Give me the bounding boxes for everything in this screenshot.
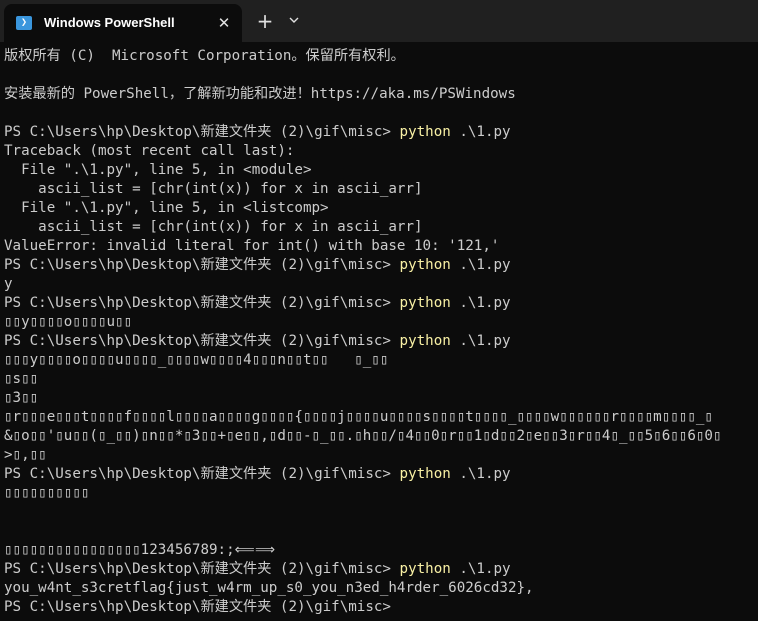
output-line: >▯,▯▯ <box>4 447 47 463</box>
prompt-line: PS C:\Users\hp\Desktop\新建文件夹 (2)\gif\mis… <box>4 465 511 484</box>
prompt-text: PS C:\Users\hp\Desktop\新建文件夹 (2)\gif\mis… <box>4 561 400 577</box>
powershell-icon: ❯ <box>16 16 32 30</box>
new-tab-button[interactable]: + <box>253 10 277 32</box>
prompt-text: PS C:\Users\hp\Desktop\新建文件夹 (2)\gif\mis… <box>4 257 400 273</box>
prompt-text: PS C:\Users\hp\Desktop\新建文件夹 (2)\gif\mis… <box>4 466 400 482</box>
output-line: ▯r▯▯▯e▯▯▯t▯▯▯▯f▯▯▯▯l▯▯▯▯a▯▯▯▯g▯▯▯▯{▯▯▯▯j… <box>4 409 713 425</box>
output-line: ▯▯▯▯▯▯▯▯▯▯▯▯▯▯▯▯123456789:;⟸⟹ <box>4 542 276 558</box>
command-text: python <box>399 561 451 577</box>
output-line: ▯▯▯▯▯▯▯▯▯▯ <box>4 485 90 501</box>
prompt-text: PS C:\Users\hp\Desktop\新建文件夹 (2)\gif\mis… <box>4 599 400 615</box>
tab-windows-powershell[interactable]: ❯ Windows PowerShell ✕ <box>4 4 242 42</box>
prompt-line: PS C:\Users\hp\Desktop\新建文件夹 (2)\gif\mis… <box>4 598 400 617</box>
command-args: .\1.py <box>450 295 511 311</box>
command-args: .\1.py <box>450 333 511 349</box>
prompt-line: PS C:\Users\hp\Desktop\新建文件夹 (2)\gif\mis… <box>4 332 511 351</box>
output-line: 版权所有 (C) Microsoft Corporation。保留所有权利。 <box>4 48 405 64</box>
output-line: ascii_list = [chr(int(x)) for x in ascii… <box>4 181 423 197</box>
prompt-line: PS C:\Users\hp\Desktop\新建文件夹 (2)\gif\mis… <box>4 123 511 142</box>
command-args: .\1.py <box>450 466 511 482</box>
command-args: .\1.py <box>450 561 511 577</box>
prompt-line: PS C:\Users\hp\Desktop\新建文件夹 (2)\gif\mis… <box>4 294 511 313</box>
tab-dropdown-button[interactable] <box>283 10 305 32</box>
command-text: python <box>399 257 451 273</box>
close-icon[interactable]: ✕ <box>212 12 236 34</box>
output-line: 安装最新的 PowerShell，了解新功能和改进！https://aka.ms… <box>4 86 516 102</box>
command-args: .\1.py <box>450 124 511 140</box>
title-bar: ❯ Windows PowerShell ✕ + <box>0 0 758 42</box>
command-text: python <box>399 295 451 311</box>
prompt-text: PS C:\Users\hp\Desktop\新建文件夹 (2)\gif\mis… <box>4 295 400 311</box>
output-line: ValueError: invalid literal for int() wi… <box>4 238 500 254</box>
output-line: File ".\1.py", line 5, in <module> <box>4 162 312 178</box>
output-line: ascii_list = [chr(int(x)) for x in ascii… <box>4 219 423 235</box>
output-line: ▯▯y▯▯▯▯o▯▯▯▯u▯▯ <box>4 314 133 330</box>
terminal-output[interactable]: 版权所有 (C) Microsoft Corporation。保留所有权利。安装… <box>0 42 758 621</box>
plus-icon: + <box>256 9 274 33</box>
command-text: python <box>399 333 451 349</box>
output-line: you_w4nt_s3cretflag{just_w4rm_up_s0_you_… <box>4 580 534 596</box>
command-text: python <box>399 124 451 140</box>
command-args: .\1.py <box>450 257 511 273</box>
output-line: ▯s▯▯ <box>4 371 39 387</box>
output-line: ▯3▯▯ <box>4 390 39 406</box>
prompt-text: PS C:\Users\hp\Desktop\新建文件夹 (2)\gif\mis… <box>4 124 400 140</box>
output-line: File ".\1.py", line 5, in <listcomp> <box>4 200 329 216</box>
prompt-line: PS C:\Users\hp\Desktop\新建文件夹 (2)\gif\mis… <box>4 256 511 275</box>
prompt-line: PS C:\Users\hp\Desktop\新建文件夹 (2)\gif\mis… <box>4 560 511 579</box>
prompt-text: PS C:\Users\hp\Desktop\新建文件夹 (2)\gif\mis… <box>4 333 400 349</box>
tab-title: Windows PowerShell <box>44 15 175 30</box>
output-line: y <box>4 276 13 292</box>
command-text: python <box>399 466 451 482</box>
output-line: ▯▯▯y▯▯▯▯o▯▯▯▯u▯▯▯▯_▯▯▯▯w▯▯▯▯4▯▯▯n▯▯t▯▯ ▯… <box>4 352 389 368</box>
chevron-down-icon <box>289 17 299 23</box>
output-line: &▯o▯▯'▯u▯▯(▯_▯▯)▯n▯▯*▯3▯▯+▯e▯▯,▯d▯▯-▯_▯▯… <box>4 428 722 444</box>
output-line: Traceback (most recent call last): <box>4 143 295 159</box>
